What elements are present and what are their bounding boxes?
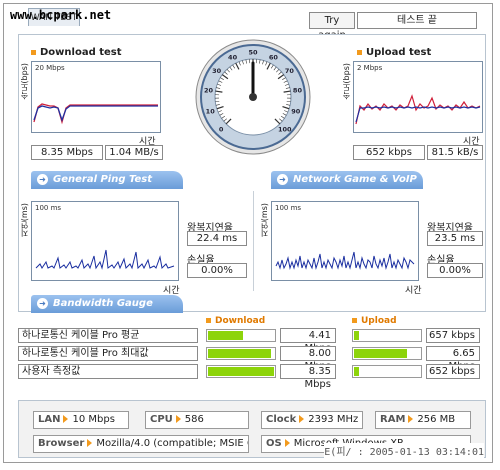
vertical-divider: [253, 191, 254, 291]
arrow-right-icon: ➜: [37, 173, 48, 185]
gauge-tick-label: 20: [204, 86, 214, 94]
cpu-info: CPU 586: [145, 411, 249, 429]
gauge-tick-label: 100: [278, 125, 292, 133]
upload-yaxis-label: 속도(bps): [342, 63, 351, 100]
network-game-voip-header: ➜ Network Game & VoIP Test: [271, 171, 423, 203]
speedtest-window: WAN TEST www.bcpark.net Try again 테스트 끝 …: [3, 3, 493, 463]
upload-kbs-value: 81.5 kB/s: [427, 145, 483, 160]
ping-right-series: [275, 251, 415, 270]
download-bar-fill: [208, 349, 271, 358]
ping-right-rtt-value: 23.5 ms: [427, 231, 483, 246]
download-column-header: Download: [206, 316, 265, 326]
test-status-display: 테스트 끝: [357, 12, 477, 29]
ping-left-loss-value: 0.00%: [187, 263, 247, 278]
ping-left-graph-svg: [35, 249, 175, 270]
gauge-tick-label: 70: [285, 67, 295, 75]
download-mbps-value: 8.35 Mbps: [31, 145, 103, 160]
bullet-icon: [31, 49, 36, 55]
bullet-icon: [352, 318, 357, 323]
download-bar: [206, 365, 276, 378]
upload-row-value: 652 kbps: [426, 364, 480, 379]
bandwidth-row-label: 하나로통신 케이블 Pro 평균: [18, 328, 198, 343]
download-bar-fill: [208, 367, 274, 376]
triangle-icon: [175, 415, 181, 423]
date-stamp: E(피/ : 2005-01-13 03:14:01: [324, 443, 484, 458]
gauge-tick-label: 60: [269, 53, 279, 61]
triangle-icon: [284, 439, 290, 447]
download-bar-fill: [208, 331, 243, 340]
arrow-right-icon: ➜: [277, 173, 288, 185]
ram-info: RAM 256 MB: [375, 411, 471, 429]
upload-column-header: Upload: [352, 316, 397, 326]
gauge-tick-label: 80: [293, 86, 303, 94]
bandwidth-row-label: 하나로통신 케이블 Pro 최대값: [18, 346, 198, 361]
gauge-tick-label: 90: [291, 107, 301, 115]
watermark-text: www.bcpark.net: [10, 8, 112, 22]
results-panel: Download test 속도(bps) 20 Mbps 시간 8.35 Mb…: [18, 34, 486, 313]
general-ping-test-header: ➜ General Ping Test: [31, 171, 183, 189]
triangle-icon: [87, 439, 93, 447]
upload-bar-fill: [354, 331, 359, 340]
clock-info: Clock 2393 MHz: [261, 411, 363, 429]
bandwidth-row-label: 사용자 측정값: [18, 364, 198, 379]
upload-bar: [352, 365, 422, 378]
upload-graph-svg: [355, 94, 481, 125]
ping-left-rtt-value: 22.4 ms: [187, 231, 247, 246]
download-title: Download test: [31, 47, 122, 58]
ping-left-yaxis-label: 지연(ms): [20, 203, 29, 238]
bandwidth-gauge-header: ➜ Bandwidth Gauge: [31, 295, 183, 313]
upload-graph: 2 Mbps: [353, 61, 483, 133]
download-row-value: 4.41 Mbps: [280, 328, 336, 354]
browser-info: Browser Mozilla/4.0 (compatible; MSIE 6.0: [33, 435, 249, 453]
ping-right-graph-svg: [275, 251, 415, 270]
bullet-icon: [357, 49, 362, 55]
gauge-tick-label: 50: [248, 49, 258, 57]
upload-bar-fill: [354, 367, 359, 376]
triangle-icon: [299, 415, 305, 423]
download-series-blue: [33, 105, 158, 122]
upload-series-red: [355, 94, 481, 125]
download-mbs-value: 1.04 MB/s: [105, 145, 163, 160]
upload-series-blue: [355, 106, 481, 123]
lan-info: LAN 10 Mbps: [33, 411, 129, 429]
triangle-icon: [63, 415, 69, 423]
ping-left-series: [35, 249, 175, 270]
gauge-tick-label: 0: [219, 125, 224, 133]
download-bar: [206, 329, 276, 342]
upload-kbps-value: 652 kbps: [353, 145, 425, 160]
gauge-tick-label: 30: [212, 67, 222, 75]
ping-left-graph: 100 ms: [31, 201, 179, 281]
ping-right-loss-value: 0.00%: [427, 263, 483, 278]
upload-bar-fill: [354, 349, 407, 358]
triangle-icon: [408, 415, 414, 423]
upload-bar: [352, 347, 422, 360]
download-graph: 20 Mbps: [31, 61, 161, 133]
download-row-value: 8.00 Mbps: [280, 346, 336, 372]
try-again-button[interactable]: Try again: [309, 12, 355, 41]
speed-gauge: 0 10 20 30 40 50 60 70 80 90 100: [195, 39, 311, 155]
bandwidth-gauge: Download Upload 하나로통신 케이블 Pro 평균 4.41 Mbp…: [18, 316, 486, 390]
upload-bar: [352, 329, 422, 342]
download-graph-svg: [33, 103, 158, 125]
download-bar: [206, 347, 276, 360]
bullet-icon: [206, 318, 211, 323]
ping-right-graph: 100 ms: [271, 201, 419, 281]
download-row-value: 8.35 Mbps: [280, 364, 336, 390]
upload-title: Upload test: [357, 47, 431, 58]
download-yaxis-label: 속도(bps): [20, 63, 29, 100]
ping-right-yaxis-label: 지연(ms): [260, 203, 269, 238]
ping-right-time-label: 시간: [405, 286, 422, 296]
upload-row-value: 657 kbps: [426, 328, 480, 343]
gauge-tick-label: 10: [206, 107, 216, 115]
gauge-tick-label: 40: [228, 53, 238, 61]
arrow-right-icon: ➜: [37, 297, 48, 309]
upload-row-value: 6.65 Mbps: [426, 346, 480, 372]
